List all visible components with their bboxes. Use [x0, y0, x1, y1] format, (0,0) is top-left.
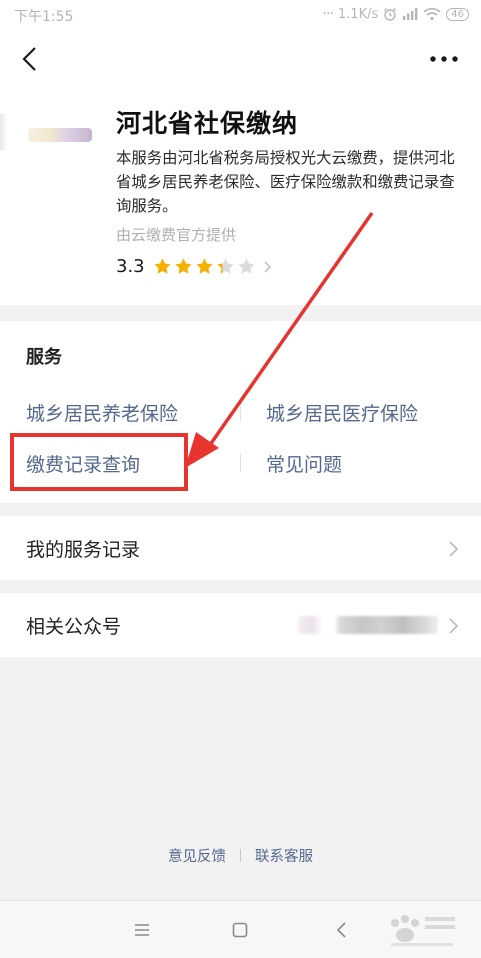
- back-nav-icon[interactable]: [333, 921, 351, 939]
- chevron-right-icon: [264, 260, 271, 273]
- service-link-pension[interactable]: 城乡居民养老保险: [26, 399, 178, 426]
- provider-text: 由云缴费官方提供: [116, 226, 237, 244]
- home-icon[interactable]: [231, 921, 249, 939]
- annotation-highlight-box: [10, 433, 188, 491]
- network-speed: 1.1K/s: [337, 6, 379, 22]
- chevron-right-icon: [449, 618, 459, 634]
- star-icon: [175, 258, 192, 274]
- service-logo: [28, 128, 92, 142]
- contact-support-link[interactable]: 联系客服: [255, 849, 313, 865]
- service-link-medical[interactable]: 城乡居民医疗保险: [266, 399, 418, 426]
- rating-score: 3.3: [116, 256, 145, 277]
- star-icon: [196, 258, 213, 274]
- notification-dots-icon: ···: [322, 6, 334, 22]
- back-button[interactable]: [16, 44, 46, 74]
- status-time: 下午1:55: [14, 9, 74, 25]
- watermark-logo: [391, 915, 455, 946]
- system-navigation-bar: [0, 900, 481, 958]
- feedback-link[interactable]: 意见反馈: [168, 849, 226, 865]
- related-accounts-row[interactable]: 相关公众号: [0, 593, 481, 657]
- divider: [240, 454, 241, 472]
- wifi-icon: [423, 8, 441, 21]
- star-icon: [154, 258, 171, 274]
- divider: [240, 849, 241, 862]
- status-bar: 下午1:55 ··· 1.1K/s 46: [0, 0, 481, 30]
- rating-row[interactable]: 3.3: [116, 256, 274, 277]
- star-icon: [238, 258, 255, 274]
- more-options-button[interactable]: [427, 48, 461, 70]
- menu-icon[interactable]: [133, 921, 151, 939]
- service-description: 本服务由河北省税务局授权光大云缴费，提供河北省城乡居民养老保险、医疗保险缴款和缴…: [116, 149, 455, 215]
- footer-links: 意见反馈 联系客服: [0, 845, 481, 866]
- rating-stars: [153, 257, 256, 276]
- blurred-account-name: [298, 616, 438, 634]
- page-title: 河北省社保缴纳: [116, 109, 299, 138]
- top-nav-bar: [0, 30, 481, 90]
- chevron-right-icon: [449, 541, 459, 557]
- signal-icon: [403, 8, 418, 20]
- service-link-faq[interactable]: 常见问题: [266, 450, 342, 477]
- services-title: 服务: [26, 347, 62, 368]
- alarm-icon: [384, 8, 397, 21]
- star-icon: [217, 258, 234, 274]
- status-indicators: ··· 1.1K/s 46: [323, 6, 469, 22]
- row-label: 相关公众号: [26, 616, 122, 638]
- service-intro-card: 河北省社保缴纳 本服务由河北省税务局授权光大云缴费，提供河北省城乡居民养老保险、…: [0, 90, 481, 305]
- row-label: 我的服务记录: [26, 539, 141, 561]
- logo-edge: [0, 114, 8, 150]
- my-service-records-row[interactable]: 我的服务记录: [0, 516, 481, 580]
- divider: [240, 403, 241, 421]
- battery-icon: 46: [446, 7, 469, 21]
